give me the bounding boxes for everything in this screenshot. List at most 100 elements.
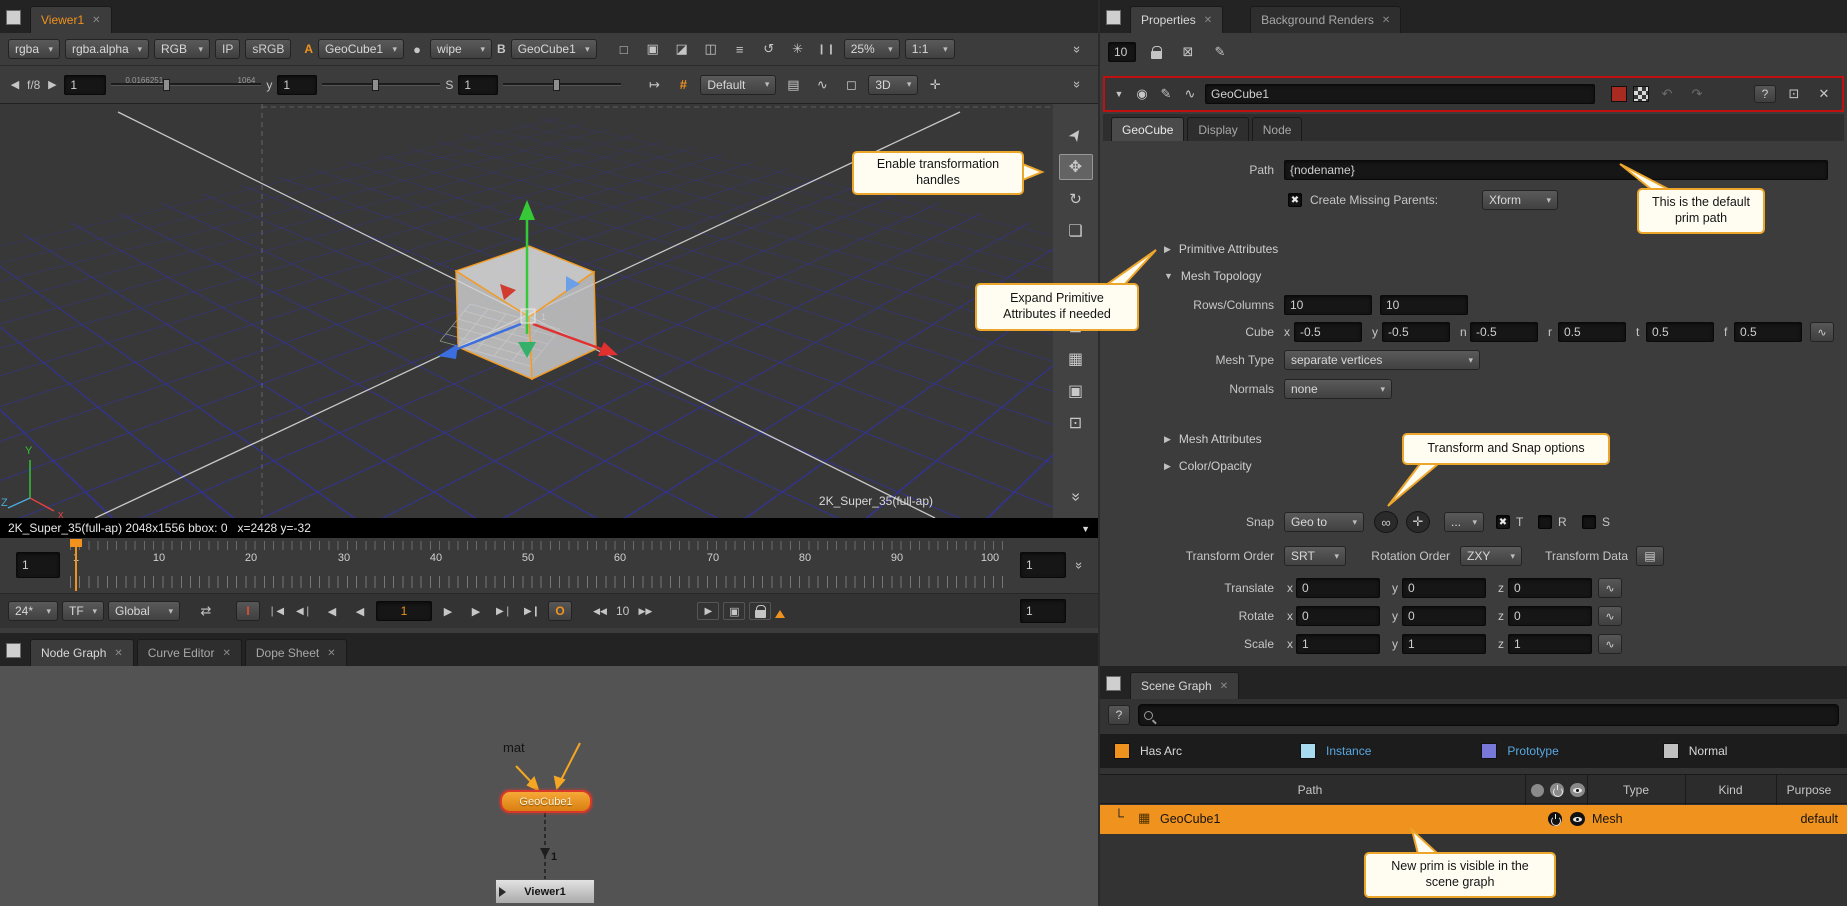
flipbook-button[interactable] [697, 602, 719, 620]
transform-data-button[interactable] [1636, 546, 1664, 566]
scale-x-field[interactable]: 1 [1296, 634, 1380, 654]
marquee-icon[interactable] [839, 74, 863, 96]
playback-marker-icon[interactable] [775, 610, 785, 618]
stack-views-icon[interactable] [699, 38, 723, 60]
snap-magnet-button[interactable] [1406, 511, 1430, 533]
lut-curve-icon[interactable] [810, 74, 834, 96]
cube-x-field[interactable]: -0.5 [1294, 322, 1362, 342]
timeline-major-ticks[interactable] [70, 576, 1005, 588]
node-geocube1[interactable]: GeoCube1 [500, 790, 592, 813]
help-button[interactable]: ? [1754, 85, 1776, 103]
fstop-decrease-icon[interactable] [8, 74, 22, 96]
frame-selection-icon[interactable] [1059, 378, 1093, 404]
node-color-swatch[interactable] [1611, 86, 1627, 102]
current-frame-field[interactable]: 1 [376, 601, 432, 621]
tf-dropdown[interactable]: TF [62, 601, 104, 621]
tab-properties[interactable]: Properties [1130, 6, 1223, 33]
column-path[interactable]: Path [1100, 775, 1520, 805]
scenegraph-help-button[interactable]: ? [1108, 705, 1130, 725]
pixel-aspect-dropdown[interactable]: 1:1 [905, 39, 955, 59]
node-channel-swatch[interactable] [1633, 86, 1649, 102]
slate-icon[interactable] [781, 74, 805, 96]
gamma-field[interactable]: 1 [277, 75, 317, 95]
next-frame-button[interactable] [464, 600, 488, 622]
panel-grip-icon[interactable] [6, 10, 21, 25]
cube-animation-button[interactable] [1810, 322, 1834, 342]
create-missing-dropdown[interactable]: Xform [1482, 190, 1558, 210]
create-missing-checkbox[interactable] [1288, 193, 1302, 207]
info-bar-expand-icon[interactable] [1081, 519, 1090, 537]
clear-panels-button[interactable] [1176, 41, 1200, 63]
display-channels-dropdown[interactable]: RGB [154, 39, 210, 59]
scenegraph-search-input[interactable] [1138, 704, 1839, 726]
wipe-mode-icon[interactable] [670, 38, 694, 60]
timeline-minor-ticks[interactable] [70, 541, 1005, 550]
saturation-field[interactable]: 1 [458, 75, 498, 95]
tab-node[interactable]: Node [1252, 117, 1303, 141]
snap-scale-checkbox[interactable] [1582, 515, 1596, 529]
column-purpose[interactable]: Purpose [1776, 775, 1842, 805]
snap-link-button[interactable] [1374, 511, 1398, 533]
prev-frame-button[interactable] [320, 600, 344, 622]
timeline-ruler[interactable]: 1 10 20 30 40 50 60 70 80 90 100 [0, 552, 1098, 572]
strip-overflow-icon[interactable] [1059, 484, 1093, 510]
input-a-dot-icon[interactable]: ● [409, 38, 425, 60]
prev-keyframe-button[interactable] [292, 600, 316, 622]
snap-more-button[interactable]: ... [1444, 512, 1484, 532]
next-keyframe-button[interactable] [492, 600, 516, 622]
gamma-slider[interactable] [322, 77, 440, 93]
section-primitive-attributes[interactable]: ▶ Primitive Attributes [1164, 242, 1278, 256]
fstop-increase-icon[interactable] [45, 74, 59, 96]
set-out-button[interactable]: O [548, 601, 572, 621]
roi-icon[interactable] [786, 38, 810, 60]
snap-translate-checkbox[interactable] [1496, 515, 1510, 529]
normals-dropdown[interactable]: none [1284, 379, 1392, 399]
float-panel-button[interactable] [1782, 83, 1806, 105]
gain-field[interactable]: 1 [64, 75, 106, 95]
capture-button[interactable] [723, 602, 745, 620]
scale-tool-icon[interactable] [1059, 218, 1093, 244]
close-icon[interactable] [1204, 15, 1212, 26]
gain-slider[interactable]: 0.0166251 1064 [111, 77, 261, 93]
mesh-type-dropdown[interactable]: separate vertices [1284, 350, 1480, 370]
tab-viewer1[interactable]: Viewer1 [30, 6, 112, 33]
section-color-opacity[interactable]: ▶ Color/Opacity [1164, 459, 1252, 473]
node-expression-icon[interactable] [1181, 83, 1199, 105]
close-icon[interactable] [92, 15, 100, 26]
tab-background-renders[interactable]: Background Renders [1250, 6, 1401, 33]
row-visibility-icon[interactable] [1570, 812, 1585, 826]
collapse-panel-icon[interactable] [1111, 83, 1127, 105]
translate-y-field[interactable]: 0 [1402, 578, 1486, 598]
cube-y-field[interactable]: -0.5 [1382, 322, 1450, 342]
grid-toggle-icon[interactable] [671, 74, 695, 96]
nodegraph-canvas[interactable]: mat GeoCube1 1 Viewer1 [0, 666, 1098, 906]
back-increment-button[interactable] [588, 600, 612, 622]
toolbar2-overflow-icon[interactable] [1066, 74, 1090, 96]
saturation-slider[interactable] [503, 77, 621, 93]
node-edit-icon[interactable] [1157, 83, 1175, 105]
rotate-x-field[interactable]: 0 [1296, 606, 1380, 626]
tab-display[interactable]: Display [1187, 117, 1248, 141]
toolbar-overflow-icon[interactable] [1066, 38, 1090, 60]
pivot-square[interactable] [521, 309, 535, 323]
timeline-out-field[interactable]: 1 [1020, 552, 1066, 578]
rows-field[interactable]: 10 [1284, 295, 1372, 315]
rotate-z-field[interactable]: 0 [1508, 606, 1592, 626]
tab-node-graph[interactable]: Node Graph [30, 639, 134, 666]
scale-z-field[interactable]: 1 [1508, 634, 1592, 654]
cube-r-field[interactable]: 0.5 [1558, 322, 1626, 342]
proxy-toggle-icon[interactable] [641, 38, 665, 60]
input-a-dropdown[interactable]: GeoCube1 [318, 39, 404, 59]
play-backward-button[interactable] [348, 600, 372, 622]
tree-branch-icon[interactable]: └ [1114, 808, 1124, 824]
close-icon[interactable] [222, 648, 230, 659]
path-field[interactable]: {nodename} [1284, 160, 1828, 180]
snap-dropdown[interactable]: Geo to [1284, 512, 1364, 532]
goto-input-icon[interactable] [642, 74, 666, 96]
tab-geocube[interactable]: GeoCube [1111, 117, 1184, 141]
max-panels-field[interactable]: 10 [1108, 42, 1136, 62]
snap-rotate-checkbox[interactable] [1538, 515, 1552, 529]
display-grid-icon[interactable] [1059, 346, 1093, 372]
playhead-flag[interactable] [70, 539, 82, 547]
header-visibility-icon[interactable] [1570, 783, 1585, 797]
